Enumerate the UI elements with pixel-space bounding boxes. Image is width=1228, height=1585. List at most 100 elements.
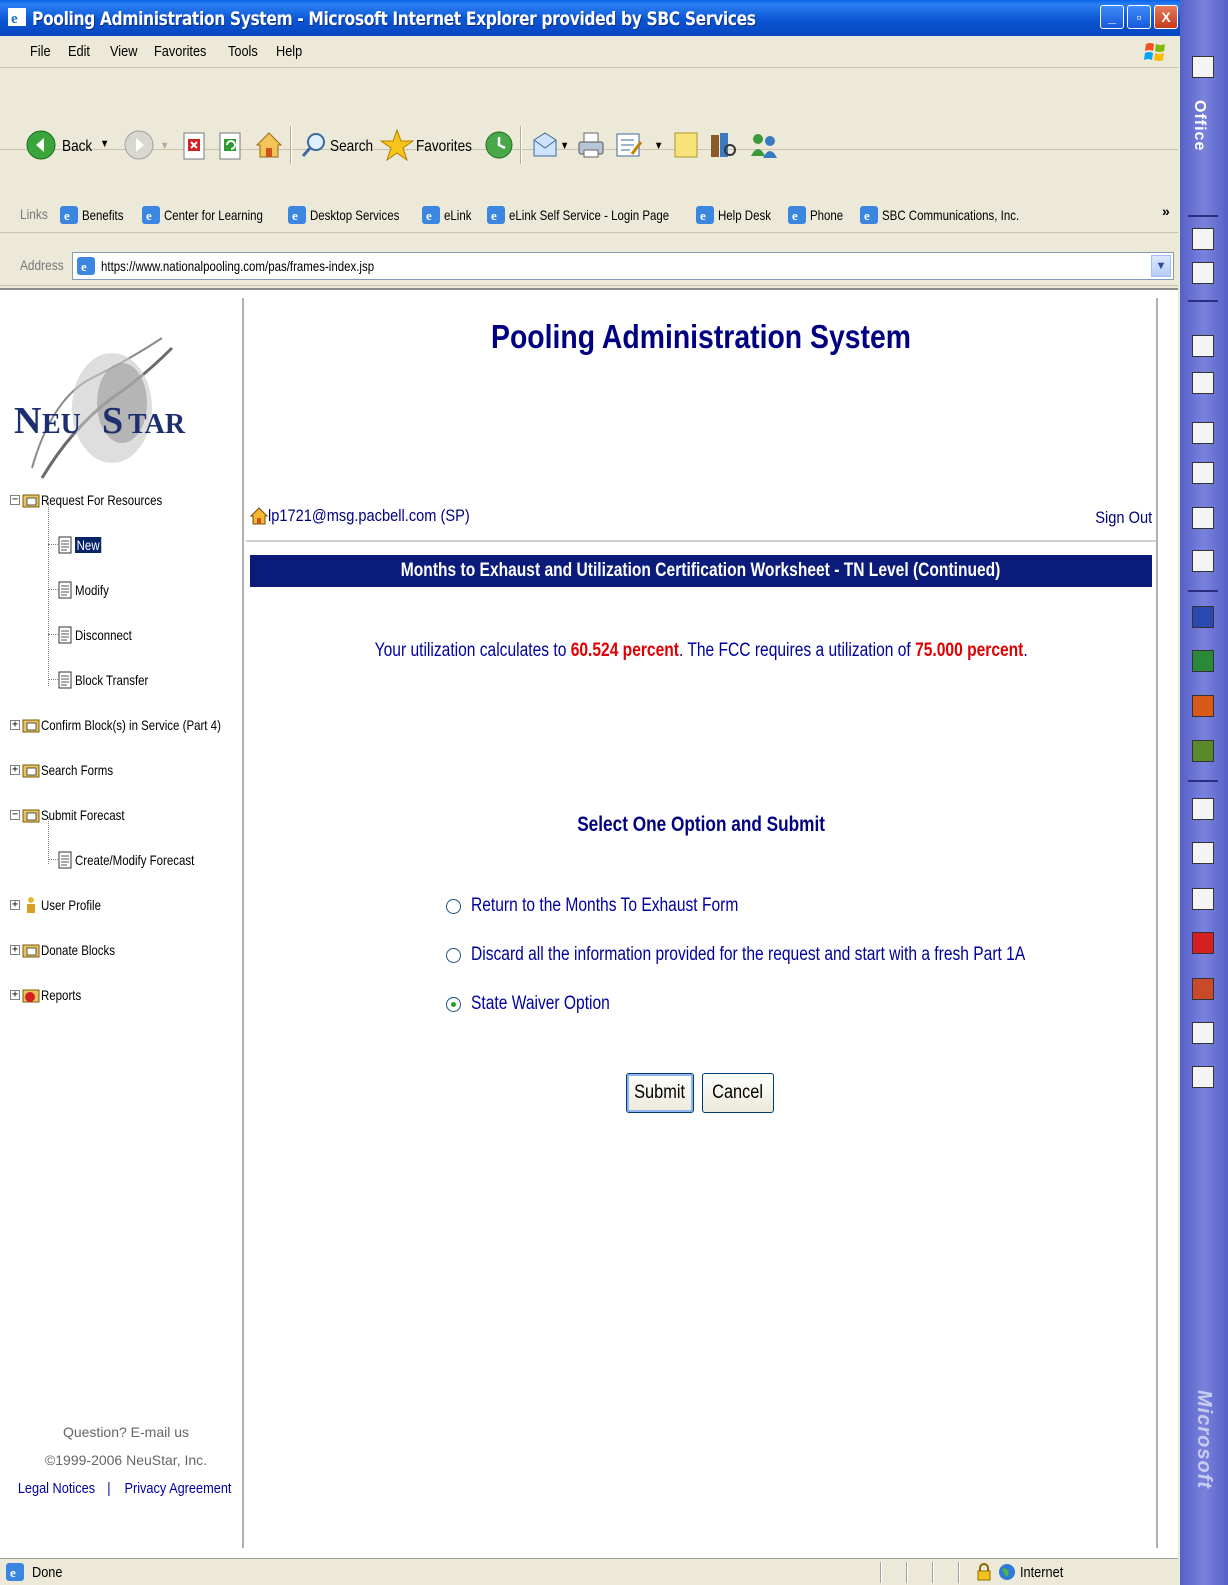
tree-item-submit-forecast[interactable]: − Submit Forecast — [10, 804, 143, 826]
cancel-button[interactable]: Cancel — [702, 1073, 774, 1113]
office-access-icon[interactable] — [1192, 978, 1214, 1000]
publisher-icon[interactable] — [1192, 740, 1214, 762]
edit-dropdown-icon[interactable]: ▼ — [654, 140, 663, 152]
print-icon[interactable] — [576, 130, 606, 160]
link-phone[interactable]: e Phone — [788, 204, 850, 226]
back-dropdown-icon[interactable]: ▼ — [100, 138, 109, 150]
address-dropdown-icon[interactable]: ▼ — [1151, 255, 1171, 277]
office-record-icon[interactable] — [1192, 932, 1214, 954]
office-contact-icon[interactable] — [1192, 462, 1214, 484]
excel-icon[interactable] — [1192, 650, 1214, 672]
back-label[interactable]: Back — [62, 138, 92, 156]
ie-page-icon: e — [788, 206, 806, 224]
office-document-icon[interactable] — [1192, 888, 1214, 910]
office-folder-icon[interactable] — [1192, 842, 1214, 864]
powerpoint-icon[interactable] — [1192, 695, 1214, 717]
tree-item-modify[interactable]: Modify — [56, 579, 116, 601]
legal-notices-link[interactable]: Legal Notices — [18, 1480, 95, 1497]
minimize-button[interactable]: _ — [1100, 5, 1124, 29]
collapse-icon[interactable]: − — [10, 810, 20, 820]
home-icon[interactable] — [250, 507, 268, 525]
option-return-to-mte[interactable]: Return to the Months To Exhaust Form — [446, 895, 797, 917]
stop-icon[interactable] — [182, 132, 208, 160]
link-help-desk[interactable]: e Help Desk — [696, 204, 783, 226]
forward-arrow-icon[interactable] — [124, 130, 154, 160]
links-overflow-icon[interactable]: » — [1162, 203, 1170, 219]
link-elink-self-service[interactable]: e eLink Self Service - Login Page — [487, 204, 704, 226]
mail-dropdown-icon[interactable]: ▼ — [560, 140, 569, 152]
expand-icon[interactable]: + — [10, 945, 20, 955]
discuss-icon[interactable] — [672, 130, 700, 160]
user-info: lp1721@msg.pacbell.com (SP) — [250, 506, 503, 526]
submit-button[interactable]: Submit — [626, 1073, 694, 1113]
home-icon[interactable] — [254, 130, 284, 160]
tree-item-request-for-resources[interactable]: − Request For Resources — [10, 489, 189, 511]
maximize-button[interactable]: ▫ — [1127, 5, 1151, 29]
edit-icon[interactable] — [614, 130, 644, 160]
office-calendar-icon[interactable] — [1192, 372, 1214, 394]
menu-view[interactable]: View — [110, 43, 137, 60]
mail-icon[interactable] — [530, 130, 560, 160]
office-open-document-icon[interactable] — [1192, 262, 1214, 284]
expand-icon[interactable]: + — [10, 900, 20, 910]
office-folder-icon[interactable] — [1192, 56, 1214, 78]
link-center-for-learning[interactable]: e Center for Learning — [142, 204, 285, 226]
neustar-logo[interactable]: N EU S TAR — [12, 318, 242, 498]
address-url: https://www.nationalpooling.com/pas/fram… — [101, 258, 375, 274]
word-icon[interactable] — [1192, 606, 1214, 628]
office-note-icon[interactable] — [1192, 550, 1214, 572]
tree-item-search-forms[interactable]: + Search Forms — [10, 759, 129, 781]
option-state-waiver[interactable]: State Waiver Option — [446, 993, 640, 1015]
favorites-label[interactable]: Favorites — [416, 138, 472, 156]
status-divider — [932, 1562, 934, 1583]
menu-help[interactable]: Help — [276, 43, 302, 60]
browser-window: e Pooling Administration System - Micros… — [0, 0, 1228, 1585]
research-icon[interactable] — [708, 130, 738, 160]
link-benefits[interactable]: e Benefits — [60, 204, 133, 226]
office-shortcut-icon[interactable] — [1192, 1022, 1214, 1044]
collapse-icon[interactable]: − — [10, 495, 20, 505]
option-discard-and-restart[interactable]: Discard all the information provided for… — [446, 944, 1147, 966]
link-sbc-communications[interactable]: e SBC Communications, Inc. — [860, 204, 1049, 226]
menu-tools[interactable]: Tools — [228, 43, 258, 60]
address-input[interactable]: e https://www.nationalpooling.com/pas/fr… — [72, 252, 1174, 280]
title-bar[interactable]: e Pooling Administration System - Micros… — [0, 0, 1190, 36]
office-journal-icon[interactable] — [1192, 507, 1214, 529]
office-task-icon[interactable] — [1192, 422, 1214, 444]
office-shortcut-icon[interactable] — [1192, 1066, 1214, 1088]
search-label[interactable]: Search — [330, 138, 373, 156]
tree-item-create-modify-forecast[interactable]: Create/Modify Forecast — [56, 849, 221, 871]
tree-item-disconnect[interactable]: Disconnect — [56, 624, 144, 646]
close-button[interactable]: X — [1154, 5, 1178, 29]
expand-icon[interactable]: + — [10, 720, 20, 730]
tree-item-new[interactable]: New — [56, 534, 107, 556]
radio-button[interactable] — [446, 898, 461, 914]
tree-item-confirm-blocks[interactable]: + Confirm Block(s) in Service (Part 4) — [10, 714, 260, 736]
refresh-icon[interactable] — [218, 132, 244, 160]
link-desktop-services[interactable]: e Desktop Services — [288, 204, 419, 226]
tree-item-user-profile[interactable]: + User Profile — [10, 894, 114, 916]
security-zone: Internet — [1020, 1564, 1064, 1581]
history-icon[interactable] — [484, 130, 514, 160]
search-icon[interactable] — [300, 130, 328, 160]
messenger-icon[interactable] — [748, 130, 780, 160]
tree-item-reports[interactable]: + Reports — [10, 984, 90, 1006]
menu-file[interactable]: File — [30, 43, 51, 60]
office-clipart-icon[interactable] — [1192, 798, 1214, 820]
back-arrow-icon[interactable] — [26, 130, 56, 160]
office-new-document-icon[interactable] — [1192, 228, 1214, 250]
menu-favorites[interactable]: Favorites — [154, 43, 206, 60]
sign-out-link[interactable]: Sign Out — [1095, 508, 1152, 528]
tree-item-block-transfer[interactable]: Block Transfer — [56, 669, 164, 691]
tree-item-donate-blocks[interactable]: + Donate Blocks — [10, 939, 131, 961]
radio-button[interactable] — [446, 947, 461, 963]
office-mail-icon[interactable] — [1192, 335, 1214, 357]
link-elink[interactable]: e eLink — [422, 204, 477, 226]
favorites-star-icon[interactable] — [380, 128, 414, 162]
expand-icon[interactable]: + — [10, 765, 20, 775]
menu-edit[interactable]: Edit — [68, 43, 90, 60]
privacy-agreement-link[interactable]: Privacy Agreement — [124, 1480, 231, 1497]
radio-button-selected[interactable] — [446, 996, 461, 1012]
forward-dropdown-icon[interactable]: ▼ — [160, 140, 169, 152]
expand-icon[interactable]: + — [10, 990, 20, 1000]
